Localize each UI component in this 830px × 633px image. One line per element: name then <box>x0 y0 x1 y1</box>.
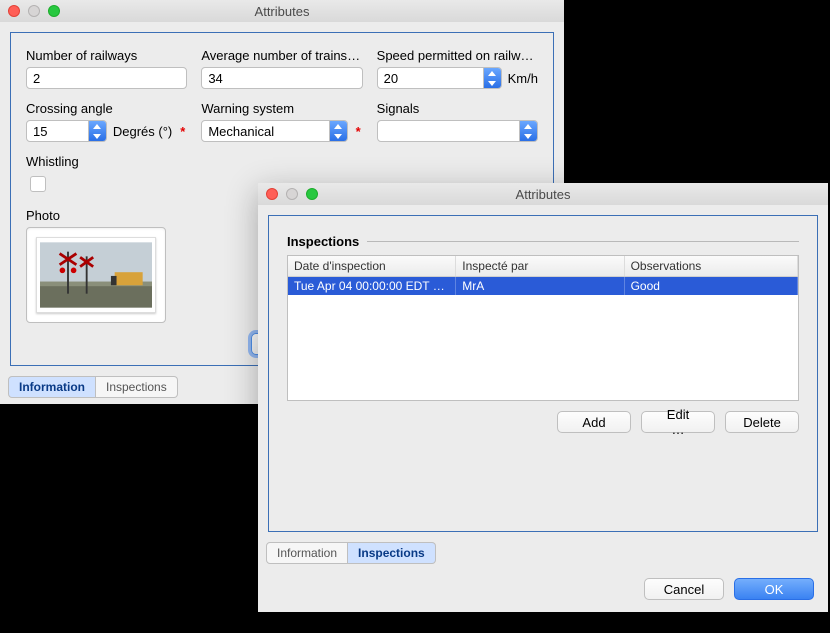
titlebar[interactable]: Attributes <box>258 183 828 205</box>
table-row[interactable]: Tue Apr 04 00:00:00 EDT 20… MrA Good <box>288 277 798 295</box>
tab-information[interactable]: Information <box>8 376 96 398</box>
tab-inspections[interactable]: Inspections <box>348 542 436 564</box>
zoom-icon[interactable] <box>48 5 60 17</box>
minimize-icon <box>286 188 298 200</box>
table-header: Date d'inspection Inspecté par Observati… <box>288 256 798 277</box>
select-warning[interactable]: Mechanical <box>201 120 347 142</box>
chevron-updown-icon <box>483 68 501 88</box>
titlebar[interactable]: Attributes <box>0 0 564 22</box>
label-warning: Warning system <box>201 101 362 116</box>
label-num-railways: Number of railways <box>26 48 187 63</box>
cell-obs: Good <box>625 277 798 295</box>
unit-degrees: Degrés (°) <box>113 124 172 139</box>
delete-button[interactable]: Delete <box>725 411 799 433</box>
label-whistling: Whistling <box>26 154 538 169</box>
required-asterisk: * <box>354 124 363 139</box>
close-icon[interactable] <box>8 5 20 17</box>
select-crossing-angle[interactable]: 15 <box>26 120 107 142</box>
tabs: Information Inspections <box>258 542 828 570</box>
edit-button[interactable]: Edit … <box>641 411 715 433</box>
cell-date: Tue Apr 04 00:00:00 EDT 20… <box>288 277 456 295</box>
col-date[interactable]: Date d'inspection <box>288 256 456 276</box>
label-signals: Signals <box>377 101 538 116</box>
minimize-icon <box>28 5 40 17</box>
divider <box>367 241 799 242</box>
window-attributes-2: Attributes Inspections Date d'inspection… <box>258 183 828 612</box>
tab-inspections[interactable]: Inspections <box>96 376 178 398</box>
select-signals[interactable] <box>377 120 538 142</box>
photo-well[interactable] <box>26 227 166 323</box>
label-avg-trains: Average number of trains pe… <box>201 48 362 63</box>
checkbox-whistling[interactable] <box>30 176 46 192</box>
ok-button[interactable]: OK <box>734 578 814 600</box>
chevron-updown-icon <box>88 121 106 141</box>
chevron-updown-icon <box>329 121 347 141</box>
close-icon[interactable] <box>266 188 278 200</box>
chevron-updown-icon <box>519 121 537 141</box>
inspections-panel: Inspections Date d'inspection Inspecté p… <box>268 215 818 532</box>
unit-kmh: Km/h <box>508 71 538 86</box>
dialog-footer: Cancel OK <box>258 570 828 612</box>
col-by[interactable]: Inspecté par <box>456 256 624 276</box>
add-button[interactable]: Add <box>557 411 631 433</box>
label-speed: Speed permitted on railw… <box>377 48 538 63</box>
select-speed[interactable]: 20 <box>377 67 502 89</box>
zoom-icon[interactable] <box>306 188 318 200</box>
input-avg-trains[interactable] <box>201 67 362 89</box>
label-crossing-angle: Crossing angle <box>26 101 187 116</box>
cell-by: MrA <box>456 277 624 295</box>
col-obs[interactable]: Observations <box>625 256 798 276</box>
photo-thumbnail <box>36 237 156 313</box>
section-title: Inspections <box>287 234 359 249</box>
tab-information[interactable]: Information <box>266 542 348 564</box>
railway-crossing-icon <box>40 241 152 309</box>
window-title: Attributes <box>258 187 828 202</box>
required-asterisk: * <box>178 124 187 139</box>
input-num-railways[interactable] <box>26 67 187 89</box>
inspections-table[interactable]: Date d'inspection Inspecté par Observati… <box>287 255 799 401</box>
window-title: Attributes <box>0 4 564 19</box>
cancel-button[interactable]: Cancel <box>644 578 724 600</box>
